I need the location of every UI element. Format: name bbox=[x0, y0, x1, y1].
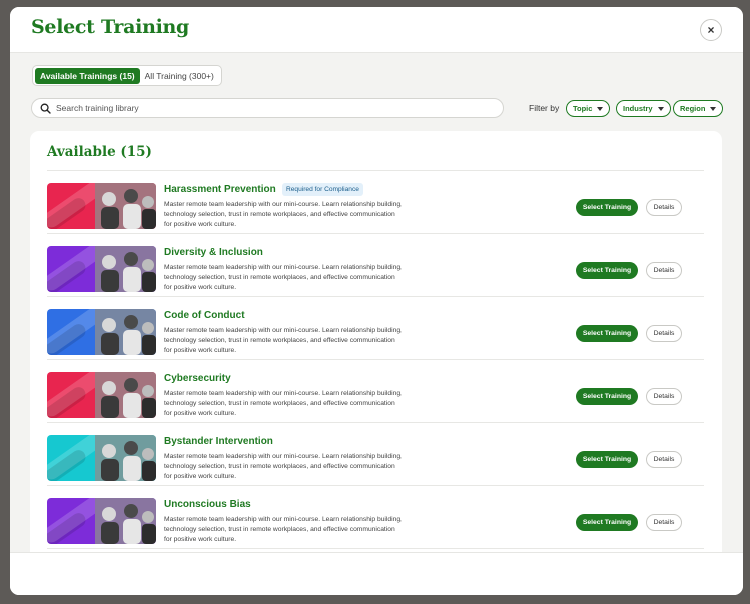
details-button[interactable]: Details bbox=[646, 262, 682, 279]
training-title[interactable]: Cybersecurity bbox=[164, 373, 231, 384]
training-thumbnail bbox=[47, 309, 156, 355]
select-training-button[interactable]: Select Training bbox=[576, 514, 638, 531]
training-title[interactable]: Code of Conduct bbox=[164, 310, 245, 321]
training-description: Master remote team leadership with our m… bbox=[164, 453, 402, 480]
select-training-button[interactable]: Select Training bbox=[576, 388, 638, 405]
training-thumbnail bbox=[47, 435, 156, 481]
close-icon: × bbox=[707, 23, 715, 37]
filter-industry-label: Industry bbox=[623, 104, 653, 113]
training-tabs: Available Trainings (15) All Training (3… bbox=[32, 65, 222, 86]
search-placeholder: Search training library bbox=[56, 103, 139, 113]
modal-title: Select Training bbox=[31, 16, 190, 38]
training-title[interactable]: Bystander Intervention bbox=[164, 436, 273, 447]
training-description: Master remote team leadership with our m… bbox=[164, 264, 402, 291]
training-thumbnail bbox=[47, 498, 156, 544]
filter-region[interactable]: Region bbox=[673, 100, 724, 117]
training-description: Master remote team leadership with our m… bbox=[164, 516, 402, 543]
select-training-modal: Select Training × Available Trainings (1… bbox=[10, 7, 743, 595]
tab-available-trainings[interactable]: Available Trainings (15) bbox=[35, 67, 140, 84]
training-thumbnail bbox=[47, 372, 156, 418]
training-title[interactable]: Harassment Prevention bbox=[164, 184, 276, 195]
select-training-button[interactable]: Select Training bbox=[576, 262, 638, 279]
details-button[interactable]: Details bbox=[646, 199, 682, 216]
filter-region-label: Region bbox=[680, 104, 706, 113]
training-list-panel: Available (15) Harassment Prevention Mas… bbox=[30, 131, 722, 555]
filter-label: Filter by bbox=[529, 103, 560, 113]
training-description: Master remote team leadership with our m… bbox=[164, 390, 402, 417]
training-row: Unconscious Bias Master remote team lead… bbox=[47, 486, 704, 549]
training-row: Cybersecurity Master remote team leaders… bbox=[47, 360, 704, 423]
search-icon bbox=[40, 103, 51, 114]
details-button[interactable]: Details bbox=[646, 451, 682, 468]
details-button[interactable]: Details bbox=[646, 388, 682, 405]
filter-topic-label: Topic bbox=[573, 104, 593, 113]
chevron-down-icon bbox=[657, 106, 664, 111]
training-list: Harassment Prevention Master remote team… bbox=[47, 170, 704, 549]
training-thumbnail bbox=[47, 246, 156, 292]
select-training-button[interactable]: Select Training bbox=[576, 325, 638, 342]
close-button[interactable]: × bbox=[700, 19, 722, 41]
chevron-down-icon bbox=[710, 106, 717, 111]
training-description: Master remote team leadership with our m… bbox=[164, 327, 402, 354]
training-row: Harassment Prevention Master remote team… bbox=[47, 171, 704, 234]
training-description: Master remote team leadership with our m… bbox=[164, 201, 402, 228]
select-training-button[interactable]: Select Training bbox=[576, 199, 638, 216]
tab-all-training[interactable]: All Training (300+) bbox=[140, 68, 219, 84]
training-row: Code of Conduct Master remote team leade… bbox=[47, 297, 704, 360]
details-button[interactable]: Details bbox=[646, 514, 682, 531]
select-training-button[interactable]: Select Training bbox=[576, 451, 638, 468]
filter-industry[interactable]: Industry bbox=[616, 100, 671, 117]
training-row: Bystander Intervention Master remote tea… bbox=[47, 423, 704, 486]
compliance-badge: Required for Compliance bbox=[282, 183, 363, 196]
training-title[interactable]: Diversity & Inclusion bbox=[164, 247, 263, 258]
search-input[interactable]: Search training library bbox=[31, 98, 504, 118]
filter-topic[interactable]: Topic bbox=[566, 100, 611, 117]
modal-header: Select Training × bbox=[10, 7, 743, 53]
training-row: Diversity & Inclusion Master remote team… bbox=[47, 234, 704, 297]
section-title: Available (15) bbox=[47, 144, 152, 160]
training-thumbnail bbox=[47, 183, 156, 229]
modal-footer bbox=[10, 552, 743, 595]
chevron-down-icon bbox=[597, 106, 604, 111]
training-title[interactable]: Unconscious Bias bbox=[164, 499, 251, 510]
details-button[interactable]: Details bbox=[646, 325, 682, 342]
